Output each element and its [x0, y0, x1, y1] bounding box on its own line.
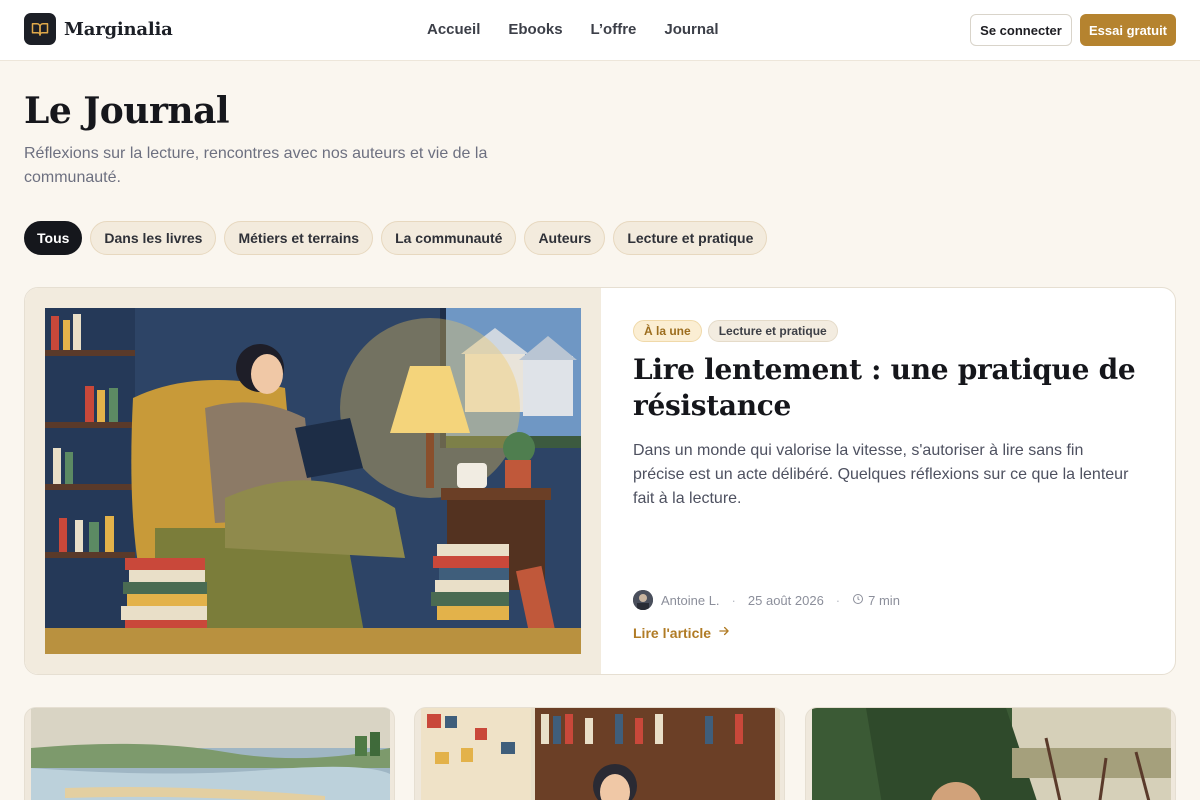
main-nav: Accueil Ebooks L’offre Journal	[427, 21, 719, 38]
publish-date: 25 août 2026	[747, 592, 824, 608]
category-filters: Tous Dans les livres Métiers et terrains…	[24, 221, 768, 255]
filter-chip-la-communaute[interactable]: La communauté	[381, 221, 517, 255]
read-article-label: Lire l'article	[633, 624, 712, 641]
meta-separator: ·	[835, 592, 841, 608]
filter-chip-auteurs[interactable]: Auteurs	[524, 221, 606, 255]
page-title: Le Journal	[24, 90, 230, 132]
read-time: 7 min	[868, 592, 900, 608]
filter-chip-dans-les-livres[interactable]: Dans les livres	[90, 221, 217, 255]
clock-icon	[852, 593, 864, 608]
brand-name: Marginalia	[64, 18, 173, 40]
filter-chip-metiers-et-terrains[interactable]: Métiers et terrains	[224, 221, 374, 255]
nav-link-offre[interactable]: L’offre	[591, 21, 637, 38]
free-trial-button[interactable]: Essai gratuit	[1080, 14, 1176, 46]
article-card[interactable]	[414, 707, 785, 800]
page-subtitle: Réflexions sur la lecture, rencontres av…	[24, 145, 488, 186]
author-avatar	[633, 590, 653, 610]
featured-illustration	[45, 308, 581, 654]
article-card-image	[31, 708, 390, 800]
article-card-image	[812, 708, 1171, 800]
login-button[interactable]: Se connecter	[970, 14, 1072, 46]
top-navigation-bar: Marginalia Accueil Ebooks L’offre Journa…	[0, 0, 1200, 61]
article-tags: À la une Lecture et pratique	[633, 320, 838, 342]
article-card[interactable]	[805, 707, 1176, 800]
nav-link-journal[interactable]: Journal	[664, 21, 718, 38]
featured-image-frame	[25, 288, 601, 674]
filter-chip-lecture-et-pratique[interactable]: Lecture et pratique	[613, 221, 768, 255]
featured-article-card[interactable]: À la une Lecture et pratique Lire lentem…	[24, 287, 1176, 675]
meta-separator: ·	[731, 592, 736, 608]
nav-link-ebooks[interactable]: Ebooks	[508, 21, 562, 38]
article-meta: Antoine L. · 25 août 2026 · 7 min	[633, 590, 900, 610]
featured-article-excerpt: Dans un monde qui valorise la vitesse, s…	[633, 442, 1129, 507]
author-name[interactable]: Antoine L.	[661, 593, 720, 608]
read-article-link[interactable]: Lire l'article	[633, 624, 731, 641]
article-card-image	[421, 708, 780, 800]
nav-link-accueil[interactable]: Accueil	[427, 21, 480, 38]
article-card[interactable]	[24, 707, 395, 800]
featured-article-body: À la une Lecture et pratique Lire lentem…	[633, 288, 1153, 674]
category-tag[interactable]: Lecture et pratique	[707, 320, 838, 342]
featured-badge: À la une	[633, 320, 702, 342]
brand-logo[interactable]: Marginalia	[24, 13, 173, 45]
open-book-icon	[24, 13, 56, 45]
filter-chip-tous[interactable]: Tous	[24, 221, 83, 255]
arrow-right-icon	[717, 624, 731, 641]
featured-article-title[interactable]: Lire lentement : une pratique de résista…	[633, 352, 1143, 424]
